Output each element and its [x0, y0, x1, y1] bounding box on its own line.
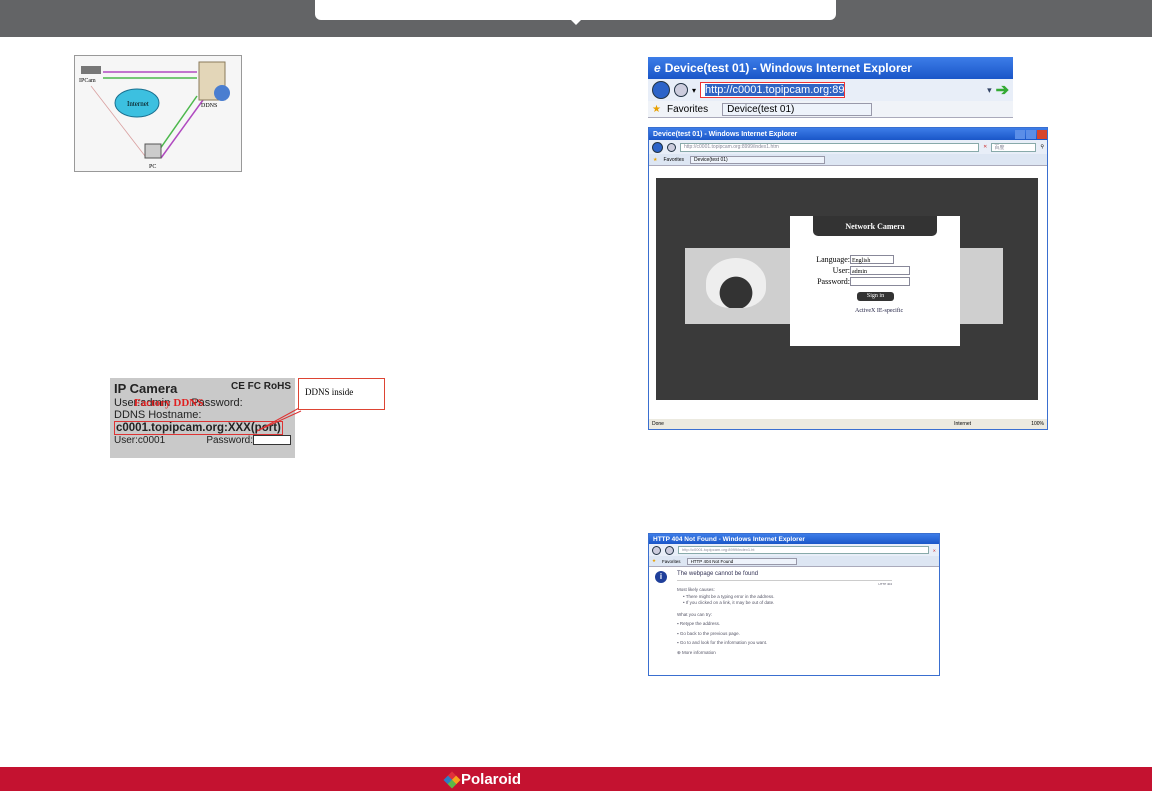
browser-tab[interactable]: Device(test 01) [722, 102, 873, 116]
favorites-button[interactable]: Favorites [663, 157, 684, 163]
cause-item: There might be a typing error in the add… [685, 593, 775, 599]
factory-ddns-overlay: Factory DDNS [134, 397, 204, 409]
cert-marks: CE FC RoHS [231, 381, 291, 392]
internet-label: Internet [127, 100, 149, 108]
polaroid-logo: Polaroid [443, 771, 522, 788]
go-button[interactable]: ➔ [996, 80, 1009, 100]
ddns-diagram: IPCam Internet DDNS PC [74, 55, 242, 172]
login-panel: Network Camera Language: English User: adm… [790, 216, 960, 346]
error-heading: The webpage cannot be found [677, 571, 892, 581]
address-bar[interactable]: http://c0001.topipcam.org:8999/index1.ht [678, 546, 929, 554]
password-input[interactable] [850, 277, 910, 286]
password-label: Password: [817, 277, 850, 286]
window-title: Device(test 01) - Windows Internet Explo… [653, 130, 798, 138]
forward-button[interactable] [674, 83, 688, 97]
camera-image [706, 258, 766, 308]
ddns-inside-callout: DDNS inside [298, 378, 385, 410]
search-box[interactable]: 百度 [991, 142, 1037, 152]
maximize-button[interactable] [1026, 129, 1036, 139]
sign-in-button[interactable]: Sign in [857, 292, 894, 301]
favorites-button[interactable]: Favorites [667, 104, 708, 115]
zone-text: Internet [954, 421, 972, 427]
ie-address-screenshot: e Device(test 01) - Windows Internet Expl… [648, 57, 1013, 118]
try-title: What you can try: [677, 611, 713, 617]
stop-button[interactable]: ✕ [933, 548, 936, 553]
activex-link[interactable]: ActiveX IE-specific [855, 306, 960, 317]
language-select[interactable]: English [850, 255, 894, 264]
header-tab [315, 0, 836, 20]
footer-bar [0, 767, 1152, 791]
pc-label: PC [149, 164, 157, 170]
favorites-star-icon: ★ [652, 103, 661, 115]
status-text: Done [652, 421, 664, 427]
login-page: Network Camera Language: English User: adm… [656, 178, 1038, 400]
back-button[interactable] [652, 545, 661, 555]
login-heading: Network Camera [813, 216, 937, 236]
sticker-password-2: Password: [206, 435, 253, 446]
address-bar[interactable]: http://c0001.topipcam.org:8999 [705, 84, 844, 96]
retype-link[interactable]: Retype the address. [680, 621, 720, 626]
address-bar[interactable]: http://c0001.topipcam.org:8999/index1.ht… [680, 142, 980, 152]
close-button[interactable] [1037, 129, 1047, 139]
more-information-link[interactable]: More information [682, 650, 716, 655]
go-to-link[interactable]: Go to and look for the information you w… [680, 640, 767, 645]
window-title: HTTP 404 Not Found - Windows Internet Ex… [653, 535, 805, 543]
browser-tab[interactable]: HTTP 404 Not Found [686, 557, 797, 565]
sticker-user-id: User:c0001 [114, 435, 166, 446]
sticker-title: IP Camera [114, 381, 178, 396]
status-bar: Done Internet 100% [649, 419, 1047, 429]
window-title: Device(test 01) - Windows Internet Explo… [664, 61, 912, 75]
favorites-star-icon: ★ [652, 558, 657, 563]
ie-icon: e [654, 61, 661, 75]
ie-404-screenshot: HTTP 404 Not Found - Windows Internet Ex… [648, 533, 940, 676]
brand-name: Polaroid [461, 771, 522, 788]
forward-button[interactable] [665, 545, 674, 555]
zoom-level[interactable]: 100% [1031, 421, 1044, 427]
favorites-button[interactable]: Favorites [662, 559, 681, 564]
forward-button[interactable] [667, 142, 676, 152]
minimize-button[interactable] [1015, 129, 1025, 139]
ie-login-screenshot: Device(test 01) - Windows Internet Explo… [648, 127, 1048, 430]
back-button[interactable] [652, 81, 670, 99]
back-button[interactable] [652, 141, 663, 153]
cause-item: If you clicked on a link, it may be out … [685, 600, 775, 605]
user-label: User: [832, 266, 850, 275]
diagram-graphic [81, 61, 230, 159]
stop-button[interactable]: ✕ [983, 144, 987, 150]
info-icon: i [655, 571, 667, 583]
user-input[interactable]: admin [850, 266, 910, 275]
language-label: Language: [816, 255, 850, 264]
ipcam-label: IPCam [79, 78, 96, 84]
header-notch [571, 20, 581, 25]
dropdown-icon[interactable]: ▾ [692, 86, 696, 95]
address-dropdown-icon[interactable]: ▾ [987, 85, 992, 96]
go-back-link[interactable]: Go back to the previous page. [680, 631, 740, 636]
search-icon[interactable]: ⚲ [1040, 144, 1044, 150]
browser-tab[interactable]: Device(test 01) [690, 155, 826, 164]
ddns-label: DDNS [201, 103, 218, 109]
polaroid-diamond-icon [443, 771, 461, 788]
favorites-star-icon: ★ [653, 156, 658, 163]
